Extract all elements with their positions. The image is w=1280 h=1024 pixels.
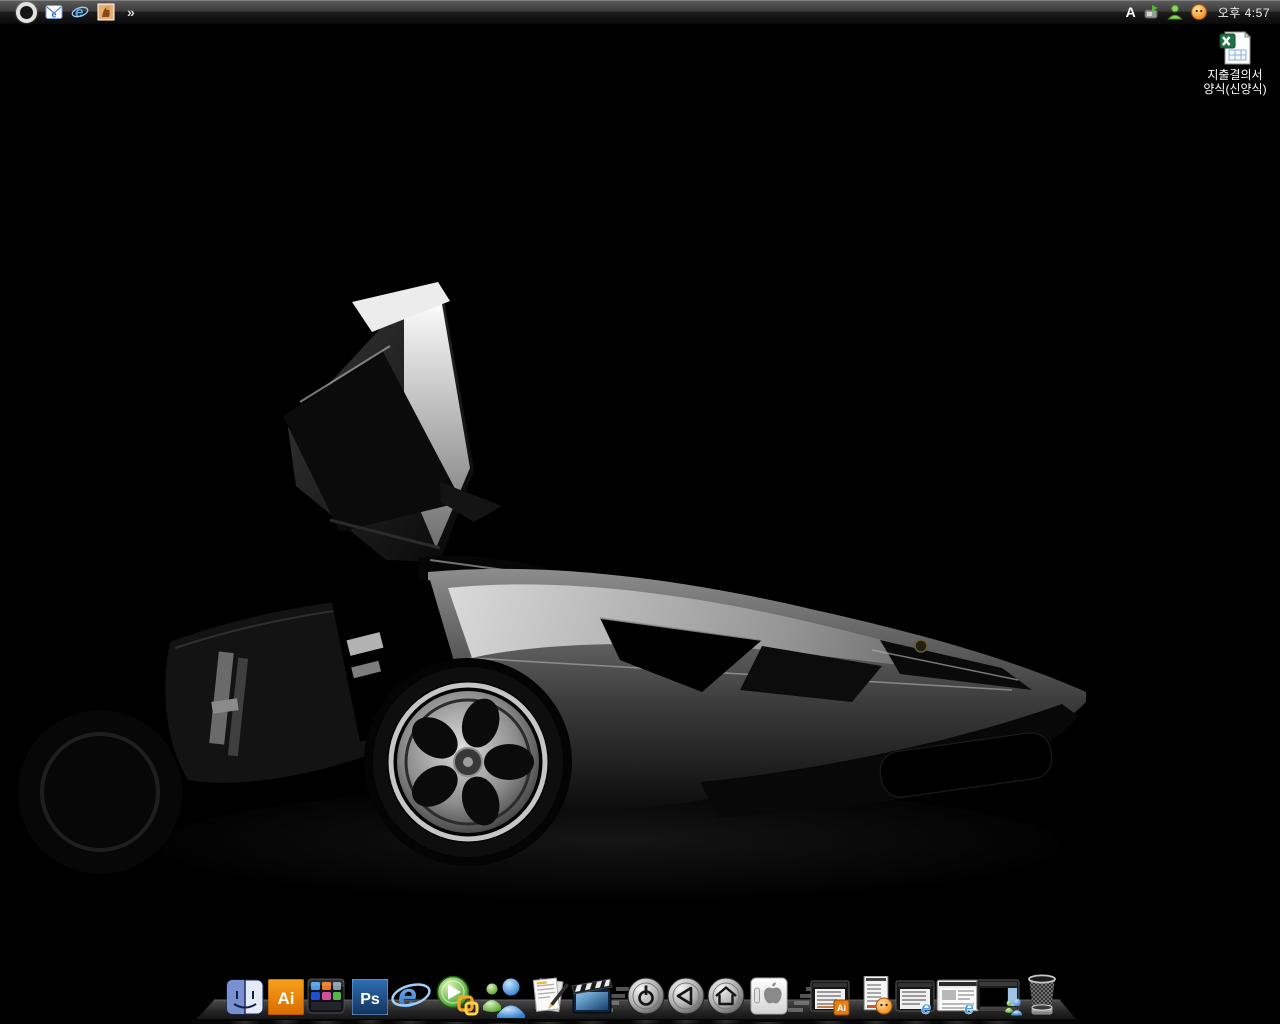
dock-item-home-button[interactable] — [707, 977, 745, 1020]
dock-item-media-player-office[interactable] — [434, 975, 480, 1022]
orange-ball-tray-icon[interactable] — [1190, 3, 1208, 21]
excel-document-icon — [1217, 30, 1253, 68]
power-button-icon — [627, 977, 665, 1015]
outlook-express-icon[interactable]: e — [45, 3, 63, 21]
dock-ring-icon[interactable] — [16, 2, 37, 23]
window-thumbnail-ie2: e — [936, 979, 980, 1016]
svg-text:e: e — [75, 4, 83, 21]
apple-box-icon — [747, 975, 789, 1017]
window-thumbnail-messenger — [858, 976, 894, 1016]
movie-player-icon — [570, 976, 614, 1016]
dock-item-app-stack[interactable] — [306, 976, 346, 1021]
svg-text:e: e — [964, 998, 974, 1016]
ime-language-indicator[interactable]: A — [1126, 0, 1136, 24]
home-button-icon — [707, 977, 745, 1015]
photoshop-icon: Ps — [352, 979, 388, 1015]
dock-item-msn-messenger[interactable] — [480, 974, 528, 1023]
dock-item-internet-explorer[interactable]: e — [390, 976, 432, 1021]
internet-explorer-icon: e — [390, 976, 432, 1016]
window-thumbnail-msn — [976, 979, 1022, 1016]
menu-bar: e e » A — [0, 0, 1280, 25]
desktop-screen[interactable]: e e » A — [0, 0, 1280, 1024]
dock-window-ie-2[interactable]: e — [936, 979, 980, 1021]
text-document-pen-icon — [528, 975, 570, 1017]
dock-item-power-button[interactable] — [627, 977, 665, 1020]
dock-item-finder[interactable] — [226, 978, 264, 1021]
removable-device-icon[interactable] — [1142, 3, 1160, 21]
dock-item-back-button[interactable] — [667, 977, 705, 1020]
svg-text:e: e — [51, 10, 56, 20]
window-thumbnail-illustrator: Ai — [810, 980, 850, 1016]
wallpaper-car-image — [0, 0, 1280, 1024]
trash-icon — [1022, 973, 1062, 1019]
car-badge — [915, 640, 927, 652]
dock-window-ie-1[interactable]: e — [895, 980, 937, 1021]
back-button-icon — [667, 977, 705, 1015]
dock-item-trash[interactable] — [1022, 973, 1062, 1024]
illustrator-icon: Ai — [268, 979, 304, 1015]
app-stack-icon — [306, 976, 346, 1016]
internet-explorer-icon[interactable]: e — [71, 3, 89, 21]
dock-window-illustrator[interactable]: Ai — [810, 980, 850, 1021]
svg-text:Ps: Ps — [360, 991, 380, 1008]
dock-item-apple-box[interactable] — [747, 975, 789, 1022]
car-front-wheel — [364, 658, 572, 866]
dock-item-illustrator[interactable]: Ai — [268, 979, 304, 1020]
svg-text:e: e — [398, 977, 417, 1015]
dock-item-photoshop[interactable]: Ps — [352, 979, 388, 1020]
media-player-office-icon — [434, 975, 480, 1017]
svg-text:Ai: Ai — [837, 1003, 846, 1013]
dock-item-text-document[interactable] — [528, 975, 570, 1022]
dock: Ai Ps — [0, 970, 1280, 1024]
shortcut-label-line2: 양식(신양식) — [1192, 82, 1278, 96]
desktop-shortcut-excel[interactable]: 지출결의서 양식(신양식) — [1192, 30, 1278, 96]
car-scissor-door — [283, 282, 474, 562]
picture-viewer-icon[interactable] — [97, 3, 115, 21]
dock-window-messenger-list[interactable] — [858, 976, 894, 1021]
window-thumbnail-ie1: e — [895, 980, 937, 1016]
shortcut-label-line1: 지출결의서 — [1192, 68, 1278, 82]
finder-icon — [226, 978, 264, 1016]
msn-messenger-icon — [480, 974, 528, 1018]
svg-text:Ai: Ai — [278, 989, 295, 1008]
svg-text:e: e — [921, 998, 931, 1016]
tray-clock[interactable]: 오후 4:57 — [1214, 4, 1270, 21]
toolbar-overflow-chevron[interactable]: » — [123, 4, 135, 20]
messenger-status-icon[interactable] — [1166, 3, 1184, 21]
dock-item-movie-player[interactable] — [570, 976, 614, 1021]
dock-window-msn-chat[interactable] — [976, 979, 1022, 1021]
